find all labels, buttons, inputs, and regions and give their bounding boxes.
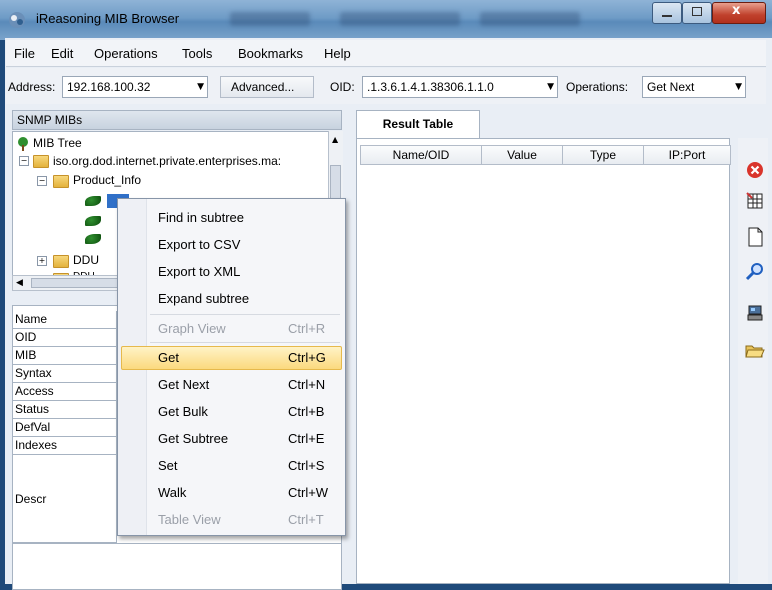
oid-label: OID:	[330, 80, 355, 94]
scroll-left-icon[interactable]: ◀	[16, 278, 23, 288]
menu-item-set[interactable]: Set	[158, 458, 178, 473]
address-value: 192.168.100.32	[67, 80, 151, 94]
collapse-icon[interactable]: −	[19, 156, 29, 166]
menu-file[interactable]: File	[14, 46, 35, 61]
tree-node-product-info[interactable]: Product_Info	[73, 173, 141, 187]
menu-operations[interactable]: Operations	[94, 46, 158, 61]
window-title: iReasoning MIB Browser	[36, 11, 180, 26]
advanced-button[interactable]: Advanced...	[220, 76, 314, 98]
tree-node-ddu[interactable]: DDU	[73, 253, 99, 267]
shortcut-get: Ctrl+G	[288, 350, 326, 365]
open-folder-icon[interactable]	[745, 343, 765, 359]
menu-item-walk[interactable]: Walk	[158, 485, 186, 500]
menu-help[interactable]: Help	[324, 46, 351, 61]
prop-defval: DefVal	[13, 419, 117, 437]
close-button[interactable]: x	[712, 2, 766, 24]
tree-icon	[18, 137, 28, 151]
tree-node-enterprises[interactable]: iso.org.dod.internet.private.enterprises…	[53, 154, 281, 168]
document-icon[interactable]	[746, 227, 764, 247]
column-header-value[interactable]: Value	[481, 145, 563, 165]
chevron-down-icon: ▼	[547, 82, 554, 92]
prop-syntax: Syntax	[13, 365, 117, 383]
menu-item-get[interactable]: Get	[158, 350, 179, 365]
chevron-down-icon: ▼	[197, 82, 204, 92]
menu-item-find-in-subtree[interactable]: Find in subtree	[158, 210, 244, 225]
shortcut-get-bulk: Ctrl+B	[288, 404, 325, 419]
prop-name: Name	[13, 311, 117, 329]
collapse-icon[interactable]: −	[37, 176, 47, 186]
expand-icon[interactable]: +	[37, 256, 47, 266]
prop-indexes: Indexes	[13, 437, 117, 455]
menu-separator	[150, 342, 340, 343]
prop-mib: MIB	[13, 347, 117, 365]
maximize-button[interactable]	[682, 2, 712, 24]
address-label: Address:	[8, 80, 56, 94]
snmp-mibs-header: SNMP MIBs	[12, 110, 342, 130]
menu-item-table-view[interactable]: Table View	[158, 512, 221, 527]
shortcut-graph-view: Ctrl+R	[288, 321, 326, 336]
menu-bookmarks[interactable]: Bookmarks	[238, 46, 303, 61]
prop-status: Status	[13, 401, 117, 419]
address-combo[interactable]: 192.168.100.32 ▼	[62, 76, 208, 98]
network-icon[interactable]	[746, 304, 764, 322]
column-header-name-oid[interactable]: Name/OID	[360, 145, 482, 165]
folder-icon	[53, 255, 69, 268]
prop-descr: Descr	[13, 455, 117, 543]
tree-root[interactable]: MIB Tree	[33, 136, 82, 150]
result-table	[356, 138, 730, 584]
menu-item-get-bulk[interactable]: Get Bulk	[158, 404, 208, 419]
column-header-type[interactable]: Type	[562, 145, 644, 165]
app-icon	[9, 12, 25, 28]
folder-icon	[33, 155, 49, 168]
menu-item-graph-view[interactable]: Graph View	[158, 321, 226, 336]
scroll-up-icon[interactable]: ▲	[332, 135, 338, 144]
shortcut-get-next: Ctrl+N	[288, 377, 326, 392]
shortcut-set: Ctrl+S	[288, 458, 325, 473]
shortcut-get-subtree: Ctrl+E	[288, 431, 325, 446]
leaf-icon[interactable]	[85, 196, 101, 206]
shortcut-table-view: Ctrl+T	[288, 512, 324, 527]
menu-item-get-subtree[interactable]: Get Subtree	[158, 431, 228, 446]
tab-result-table[interactable]: Result Table	[356, 110, 480, 138]
chevron-down-icon: ▼	[735, 82, 742, 92]
shortcut-walk: Ctrl+W	[288, 485, 329, 500]
prop-access: Access	[13, 383, 117, 401]
operations-combo[interactable]: Get Next ▼	[642, 76, 746, 98]
oid-combo[interactable]: .1.3.6.1.4.1.38306.1.1.0 ▼	[362, 76, 558, 98]
search-icon[interactable]	[745, 261, 765, 281]
stop-icon[interactable]	[746, 161, 764, 179]
menu-item-export-xml[interactable]: Export to XML	[158, 264, 240, 279]
prop-oid: OID	[13, 329, 117, 347]
menu-item-export-csv[interactable]: Export to CSV	[158, 237, 240, 252]
menu-item-get-next[interactable]: Get Next	[158, 377, 209, 392]
leaf-icon[interactable]	[85, 216, 101, 226]
menu-item-expand-subtree[interactable]: Expand subtree	[158, 291, 249, 306]
column-header-ip-port[interactable]: IP:Port	[643, 145, 731, 165]
menu-separator	[150, 314, 340, 315]
minimize-button[interactable]	[652, 2, 682, 24]
leaf-icon[interactable]	[85, 234, 101, 244]
folder-icon	[53, 175, 69, 188]
table-export-icon[interactable]	[746, 192, 764, 210]
operations-value: Get Next	[647, 80, 695, 94]
menu-tools[interactable]: Tools	[182, 46, 212, 61]
menu-edit[interactable]: Edit	[51, 46, 73, 61]
operations-label: Operations:	[566, 80, 629, 94]
oid-value: .1.3.6.1.4.1.38306.1.1.0	[367, 80, 494, 94]
